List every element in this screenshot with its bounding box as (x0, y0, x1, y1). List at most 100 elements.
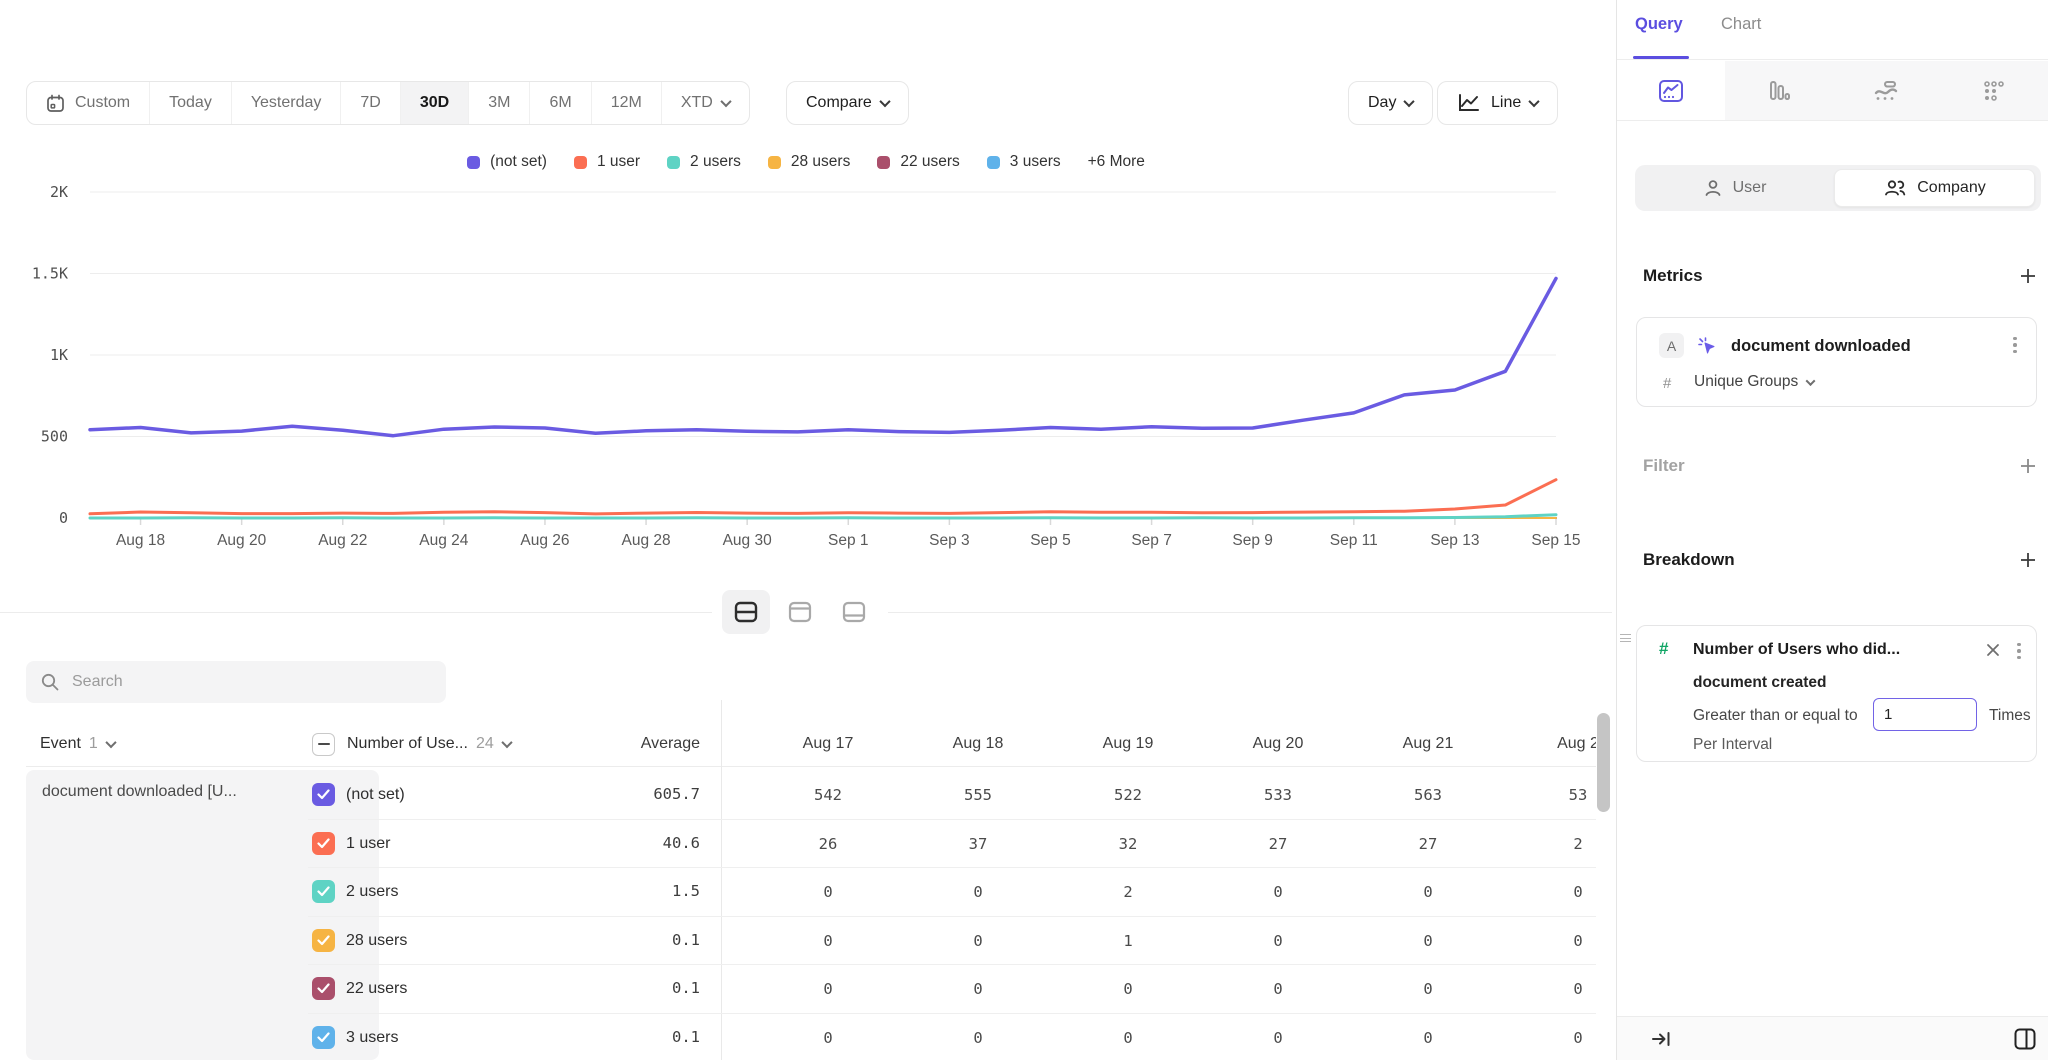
close-icon[interactable] (1984, 641, 2002, 659)
chart-type-button[interactable]: Line (1437, 81, 1558, 125)
range-6m[interactable]: 6M (530, 82, 591, 124)
series-column-header[interactable]: Number of Use... 24 (312, 722, 511, 766)
series-checkbox[interactable] (312, 880, 335, 903)
chevron-down-icon (1529, 96, 1540, 107)
entity-user-option[interactable]: User (1635, 165, 1834, 211)
range-xtd[interactable]: XTD (662, 82, 749, 124)
chevron-down-icon (1806, 376, 1816, 386)
measure-hash: # (1663, 375, 1671, 392)
query-sidebar: Query Chart (1616, 0, 2048, 1060)
legend-item[interactable]: 1 user (574, 153, 640, 171)
chart-type-line-button[interactable] (1617, 61, 1725, 120)
event-column-header[interactable]: Event 1 (40, 722, 115, 766)
series-checkbox[interactable] (312, 977, 335, 1000)
chart-type-matrix-button[interactable] (1940, 61, 2048, 120)
legend-item[interactable]: (not set) (467, 153, 547, 171)
view-split-button[interactable] (722, 590, 770, 634)
legend-swatch (987, 156, 1000, 169)
indeterminate-mark (318, 743, 330, 746)
x-axis-tick-label: Aug 22 (318, 532, 367, 549)
vertical-scrollbar[interactable] (1597, 713, 1610, 812)
legend-label: 3 users (1010, 153, 1061, 171)
collapse-panel-icon[interactable] (1651, 1029, 1671, 1049)
legend-item[interactable]: 3 users (987, 153, 1061, 171)
select-all-checkbox[interactable] (312, 733, 335, 756)
event-click-icon (1696, 335, 1718, 357)
range-today[interactable]: Today (150, 82, 232, 124)
value-cell: 0 (1353, 869, 1503, 915)
value-cell: 32 (1053, 821, 1203, 867)
tab-query[interactable]: Query (1635, 15, 1683, 34)
users-group-icon (1883, 178, 1907, 198)
value-cell: 555 (903, 772, 1053, 818)
average-value: 40.6 (560, 819, 700, 868)
x-axis-tick-label: Aug 26 (520, 532, 569, 549)
add-metric-button[interactable] (2016, 264, 2040, 288)
drag-handle-icon[interactable] (1620, 634, 1632, 646)
entity-toggle: User Company (1635, 165, 2041, 211)
view-chart-top-button[interactable] (776, 590, 824, 634)
split-view-icon (734, 601, 758, 623)
interval-button[interactable]: Day (1348, 81, 1433, 125)
series-label: 2 users (346, 867, 398, 916)
range-yesterday[interactable]: Yesterday (232, 82, 342, 124)
legend-more-button[interactable]: +6 More (1088, 153, 1145, 171)
value-cell: 2 (1503, 821, 1596, 867)
row-separator (308, 964, 1596, 965)
series-checkbox[interactable] (312, 1026, 335, 1049)
legend-swatch (467, 156, 480, 169)
x-axis-tick-label: Sep 7 (1131, 532, 1172, 549)
legend-item[interactable]: 22 users (877, 153, 959, 171)
value-cell: 0 (1203, 966, 1353, 1012)
range-12m[interactable]: 12M (592, 82, 662, 124)
value-cell: 0 (1503, 869, 1596, 915)
range-3m[interactable]: 3M (469, 82, 530, 124)
entity-company-option[interactable]: Company (1834, 169, 2035, 207)
breakdown-card[interactable]: # Number of Users who did... document cr… (1636, 625, 2037, 762)
table-row: 3 users0.1000000 (0, 1013, 1596, 1060)
series-label: 28 users (346, 916, 407, 965)
range-30d[interactable]: 30D (401, 82, 469, 124)
event-count: 1 (89, 735, 98, 753)
average-value: 0.1 (560, 1013, 700, 1060)
chart-type-flow-button[interactable] (1833, 61, 1941, 120)
legend-item[interactable]: 28 users (768, 153, 850, 171)
range-custom[interactable]: Custom (27, 82, 150, 124)
y-axis-tick-label: 500 (41, 428, 68, 446)
search-input[interactable] (70, 672, 410, 692)
value-cell: 0 (1203, 869, 1353, 915)
entity-company-label: Company (1917, 179, 1985, 197)
legend-item[interactable]: 2 users (667, 153, 741, 171)
date-column-header: Aug 18 (903, 722, 1053, 766)
x-axis-tick-label: Sep 15 (1531, 532, 1580, 549)
chevron-down-icon (1404, 96, 1415, 107)
average-value: 0.1 (560, 916, 700, 965)
chevron-down-icon (720, 96, 731, 107)
tab-chart[interactable]: Chart (1721, 15, 1761, 34)
legend-label: 2 users (690, 153, 741, 171)
breakdown-options-kebab-icon[interactable] (2010, 639, 2028, 663)
x-axis-tick-label: Sep 1 (828, 532, 869, 549)
measure-dropdown[interactable]: Unique Groups (1694, 373, 1814, 391)
value-cell: 0 (753, 918, 903, 964)
series-checkbox[interactable] (312, 832, 335, 855)
chevron-down-icon (879, 96, 890, 107)
series-checkbox[interactable] (312, 783, 335, 806)
range-7d[interactable]: 7D (341, 82, 400, 124)
metric-options-kebab-icon[interactable] (2006, 333, 2024, 357)
view-table-bottom-button[interactable] (830, 590, 878, 634)
add-breakdown-button[interactable] (2016, 548, 2040, 572)
add-filter-button[interactable] (2016, 454, 2040, 478)
value-cell: 0 (903, 918, 1053, 964)
chart-type-bar-button[interactable] (1725, 61, 1833, 120)
row-values: 54255552253356353 (721, 772, 1596, 818)
compare-button[interactable]: Compare (786, 81, 909, 125)
metric-card[interactable]: A document downloaded # Unique Groups (1636, 317, 2037, 407)
panel-layout-icon[interactable] (2013, 1027, 2037, 1051)
condition-value-input[interactable] (1873, 698, 1977, 731)
filter-heading: Filter (1643, 456, 1685, 476)
series-checkbox[interactable] (312, 929, 335, 952)
value-cell: 27 (1353, 821, 1503, 867)
value-cell: 522 (1053, 772, 1203, 818)
value-cell: 0 (903, 966, 1053, 1012)
